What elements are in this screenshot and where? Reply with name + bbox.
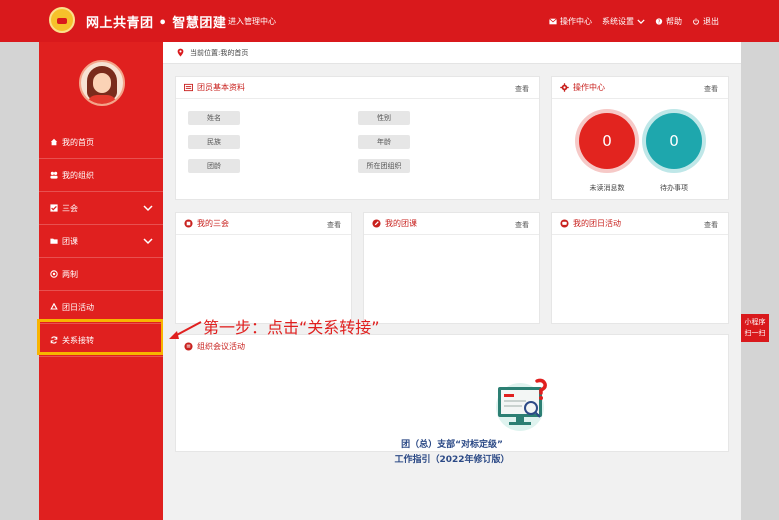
ops-center-panel: 操作中心 查看 0 未读消息数 0 待办事项	[551, 76, 729, 200]
field-ethnicity: 民族	[188, 135, 240, 149]
breadcrumb: 当前位置:我的首页	[163, 42, 741, 64]
target-icon	[50, 270, 58, 278]
todo-label: 待办事项	[660, 184, 688, 192]
view-link[interactable]: 查看	[515, 220, 529, 230]
panel-header: 我的团课 查看	[364, 213, 539, 235]
top-nav-label: 操作中心	[560, 17, 592, 26]
field-gender: 性别	[358, 111, 410, 125]
sidebar-item-home[interactable]: 我的首页	[39, 126, 163, 159]
top-nav-settings[interactable]: 系统设置	[602, 16, 645, 27]
panel-title: 我的三会	[197, 219, 229, 228]
sidebar-item-label: 团日活动	[62, 302, 94, 312]
panel-header: 团员基本资料 查看	[176, 77, 539, 99]
top-nav-help[interactable]: ? 帮助	[655, 16, 682, 27]
brand-title: 网上共青团 • 智慧团建	[86, 16, 227, 31]
mail-icon	[549, 18, 557, 25]
chevron-down-icon	[637, 19, 645, 24]
panel-header: 我的三会 查看	[176, 213, 351, 235]
sidebar-item-label: 团课	[62, 236, 78, 246]
my-activities-panel: 我的团日活动 查看	[551, 212, 729, 324]
help-icon: ?	[655, 18, 663, 25]
guide-monitor-icon[interactable]	[494, 377, 552, 433]
top-nav-label: 帮助	[666, 17, 682, 26]
document-icon	[184, 341, 193, 351]
cycle-icon	[50, 303, 58, 310]
step-annotation: 第一步：点击“关系转接”	[203, 318, 380, 337]
gear-icon	[560, 83, 569, 92]
panel-title: 组织会议活动	[197, 341, 245, 351]
top-nav-label: 系统设置	[602, 17, 634, 26]
panel-title: 团员基本资料	[197, 83, 245, 92]
org-meeting-panel: 组织会议活动 团（总）支部“对标定级” 工作指引（2022年修订版）	[175, 334, 729, 465]
view-link[interactable]: 查看	[704, 84, 718, 94]
sidebar: 我的首页 我的组织 三会 团课 两制 团日活动 关系接转	[39, 42, 163, 520]
id-card-icon	[184, 83, 193, 92]
basic-info-panel: 团员基本资料 查看 姓名 性别 民族 年龄 团龄 所在团组织	[175, 76, 540, 200]
view-link[interactable]: 查看	[704, 220, 718, 230]
breadcrumb-text: 当前位置:我的首页	[190, 48, 249, 57]
panel-header: 我的团日活动 查看	[552, 213, 728, 235]
panel-title: 操作中心	[573, 83, 605, 92]
sidebar-item-label: 我的首页	[62, 137, 94, 147]
field-age: 年龄	[358, 135, 410, 149]
panel-title: 我的团日活动	[573, 219, 621, 228]
unread-count-circle[interactable]: 0	[579, 113, 635, 169]
sidebar-item-two-systems[interactable]: 两制	[39, 258, 163, 291]
sidebar-item-my-org[interactable]: 我的组织	[39, 159, 163, 192]
sidebar-item-label: 两制	[62, 269, 78, 279]
sidebar-item-label: 三会	[62, 203, 78, 213]
sidebar-item-label: 我的组织	[62, 170, 94, 180]
chevron-down-icon	[143, 205, 153, 212]
panel-header: 操作中心 查看	[552, 77, 728, 99]
sidebar-item-courses[interactable]: 团课	[39, 225, 163, 258]
main-content: 当前位置:我的首页 团员基本资料 查看 姓名 性别 民族 年龄 团龄 所在团组织…	[163, 42, 741, 520]
guide-title-line2[interactable]: 工作指引（2022年修订版）	[176, 452, 728, 465]
view-link[interactable]: 查看	[327, 220, 341, 230]
top-nav-ops-center[interactable]: 操作中心	[549, 16, 592, 27]
svg-text:?: ?	[658, 20, 661, 25]
field-name: 姓名	[188, 111, 240, 125]
panel-header: 组织会议活动	[176, 335, 728, 357]
panel-title: 我的团课	[385, 219, 417, 228]
mini-program-line1: 小程序	[744, 318, 766, 326]
power-icon	[693, 18, 699, 25]
top-header: 网上共青团 • 智慧团建 进入管理中心 操作中心 系统设置 ? 帮助 退出	[0, 0, 779, 42]
highlight-box	[37, 319, 164, 355]
checkbox-icon	[50, 204, 58, 212]
avatar	[79, 60, 125, 106]
chat-icon	[560, 219, 569, 228]
cup-icon	[184, 219, 193, 228]
mini-program-badge[interactable]: 小程序 扫一扫	[741, 314, 769, 342]
view-link[interactable]: 查看	[515, 84, 529, 94]
todo-count-circle[interactable]: 0	[646, 113, 702, 169]
top-nav-label: 退出	[703, 17, 719, 26]
location-pin-icon	[177, 48, 184, 57]
group-icon	[50, 171, 58, 179]
folder-icon	[50, 238, 58, 244]
pencil-icon	[372, 219, 381, 228]
mini-program-line2: 扫一扫	[744, 329, 766, 337]
top-nav: 操作中心 系统设置 ? 帮助 退出	[549, 16, 719, 27]
field-league-age: 团龄	[188, 159, 240, 173]
guide-title-line1[interactable]: 团（总）支部“对标定级”	[176, 437, 728, 450]
unread-label: 未读消息数	[589, 184, 625, 192]
top-nav-logout[interactable]: 退出	[692, 16, 719, 27]
enter-admin-link[interactable]: 进入管理中心	[228, 16, 276, 27]
league-logo-icon	[49, 7, 75, 33]
arrow-icon	[169, 321, 202, 339]
chevron-down-icon	[143, 238, 153, 245]
my-meetings-panel: 我的三会 查看	[175, 212, 352, 324]
home-icon	[50, 138, 58, 146]
my-courses-panel: 我的团课 查看	[363, 212, 540, 324]
field-org: 所在团组织	[358, 159, 410, 173]
sidebar-item-three-meetings[interactable]: 三会	[39, 192, 163, 225]
